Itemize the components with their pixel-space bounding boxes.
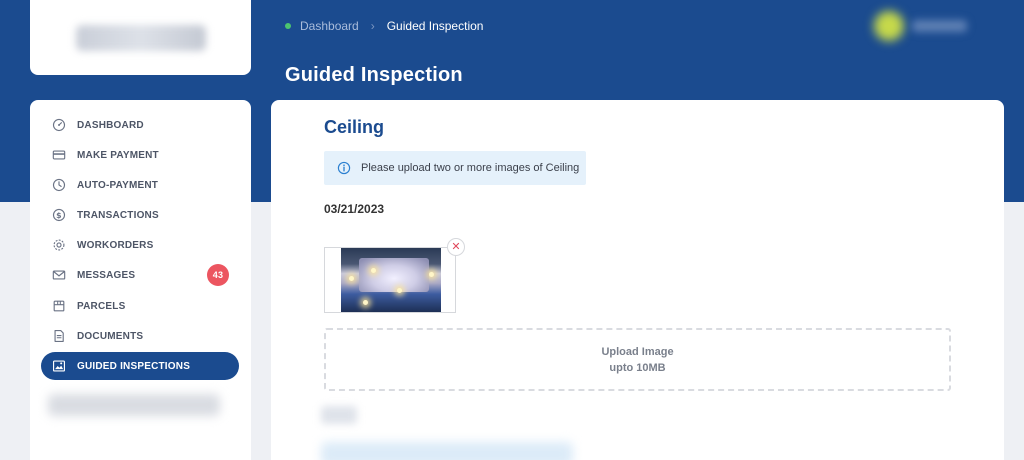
- breadcrumb-dashboard-link[interactable]: Dashboard: [300, 19, 359, 33]
- sidebar-item-label: AUTO-PAYMENT: [77, 179, 159, 191]
- status-dot-icon: [285, 23, 291, 29]
- sidebar-item-auto-payment[interactable]: AUTO-PAYMENT: [41, 171, 239, 199]
- dashboard-gauge-icon: [52, 118, 66, 132]
- sidebar-item-label: PARCELS: [77, 300, 126, 312]
- inspection-card: Ceiling Please upload two or more images…: [271, 100, 1004, 460]
- info-alert: Please upload two or more images of Ceil…: [324, 151, 586, 185]
- sidebar-item-label: MAKE PAYMENT: [77, 149, 159, 161]
- logo-card[interactable]: [30, 0, 251, 75]
- breadcrumb-separator-icon: ›: [370, 19, 375, 33]
- user-menu[interactable]: [874, 10, 974, 42]
- dollar-circle-icon: $: [52, 208, 66, 222]
- upload-size-limit: upto 10MB: [609, 361, 666, 374]
- sidebar-item-guided-inspections[interactable]: GUIDED INSPECTIONS: [41, 352, 239, 380]
- sidebar-item-label: TRANSACTIONS: [77, 209, 159, 221]
- inspection-image-icon: [52, 359, 66, 373]
- envelope-icon: [52, 268, 66, 282]
- inspection-date: 03/21/2023: [324, 202, 385, 216]
- sidebar-item-label: WORKORDERS: [77, 239, 154, 251]
- credit-card-icon: [52, 148, 66, 162]
- clock-icon: [52, 178, 66, 192]
- sidebar-item-documents[interactable]: DOCUMENTS: [41, 322, 239, 350]
- sidebar-item-label: MESSAGES: [77, 269, 136, 281]
- page-title: Guided Inspection: [285, 64, 463, 86]
- info-message: Please upload two or more images of Ceil…: [361, 162, 580, 174]
- info-icon: [337, 161, 351, 175]
- parcel-icon: [52, 299, 66, 313]
- sidebar-item-messages[interactable]: MESSAGES 43: [41, 261, 239, 289]
- user-name: [912, 20, 967, 32]
- ceiling-photo: [341, 248, 441, 312]
- section-title: Ceiling: [324, 117, 385, 137]
- sidebar-item-label: DOCUMENTS: [77, 330, 144, 342]
- uploaded-image-thumbnail[interactable]: [324, 247, 456, 313]
- next-section-title: [321, 406, 357, 424]
- remove-image-button[interactable]: ✕: [447, 238, 465, 256]
- sidebar-item-parcels[interactable]: PARCELS: [41, 292, 239, 320]
- sidebar-footer: [48, 394, 220, 416]
- avatar: [874, 11, 904, 41]
- sidebar-item-label: GUIDED INSPECTIONS: [77, 360, 191, 372]
- sidebar-item-transactions[interactable]: $ TRANSACTIONS: [41, 201, 239, 229]
- sidebar-item-make-payment[interactable]: MAKE PAYMENT: [41, 141, 239, 169]
- sidebar: DASHBOARD MAKE PAYMENT AUTO-PAYMENT $ TR…: [30, 100, 251, 460]
- next-section-info: [321, 442, 573, 460]
- sidebar-item-workorders[interactable]: WORKORDERS: [41, 231, 239, 259]
- svg-text:$: $: [56, 211, 62, 220]
- upload-label: Upload Image: [601, 345, 674, 358]
- close-icon: ✕: [451, 240, 461, 253]
- upload-dropzone[interactable]: Upload Image upto 10MB: [324, 328, 951, 391]
- messages-count-badge: 43: [207, 264, 229, 286]
- breadcrumb-current: Guided Inspection: [386, 19, 484, 33]
- breadcrumb: Dashboard › Guided Inspection: [285, 18, 483, 34]
- logo: [75, 24, 206, 51]
- sidebar-item-dashboard[interactable]: DASHBOARD: [41, 111, 239, 139]
- document-icon: [52, 329, 66, 343]
- gear-icon: [52, 238, 66, 252]
- sidebar-item-label: DASHBOARD: [77, 119, 144, 131]
